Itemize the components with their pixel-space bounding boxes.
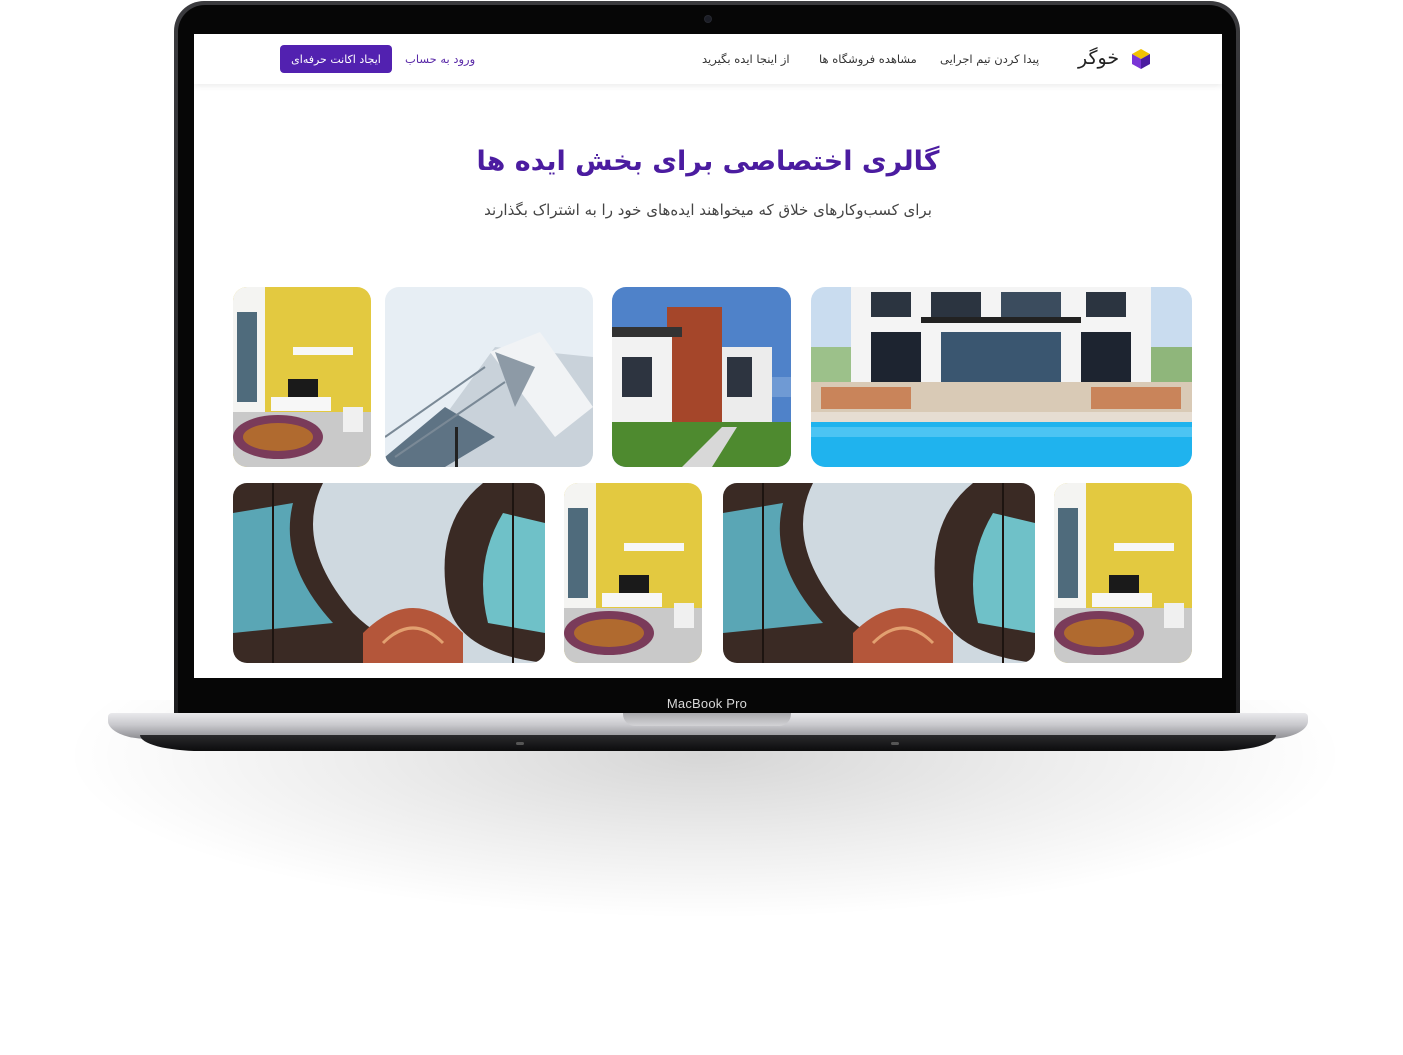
login-link[interactable]: ورود به حساب bbox=[405, 52, 475, 66]
gallery-image-curved-architecture[interactable] bbox=[233, 483, 545, 663]
cube-logo-icon bbox=[1132, 49, 1150, 69]
nav-view-shops[interactable]: مشاهده فروشگاه ها bbox=[819, 52, 917, 66]
laptop-mockup: خوگر پیدا کردن تیم اجرایی مشاهده فروشگاه… bbox=[0, 0, 1403, 1055]
nav-get-ideas[interactable]: از اینجا ایده بگیرید bbox=[702, 52, 790, 66]
nav-find-team[interactable]: پیدا کردن تیم اجرایی bbox=[940, 52, 1039, 66]
gallery-image-living-room[interactable] bbox=[1054, 483, 1192, 663]
create-pro-account-button[interactable]: ایجاد اکانت حرفه‌ای bbox=[280, 45, 392, 73]
laptop-foot bbox=[891, 742, 899, 745]
gallery-image-glass-building[interactable] bbox=[385, 287, 593, 467]
logo-text: خوگر bbox=[1078, 47, 1120, 69]
laptop-base-underside bbox=[140, 735, 1276, 751]
laptop-foot bbox=[516, 742, 524, 745]
browser-screen: خوگر پیدا کردن تیم اجرایی مشاهده فروشگاه… bbox=[194, 34, 1222, 678]
logo[interactable]: خوگر bbox=[1078, 46, 1158, 72]
page-subtitle: برای کسب‌وکارهای خلاق که میخواهند ایده‌ه… bbox=[484, 201, 932, 219]
laptop-opening-notch bbox=[623, 713, 791, 726]
gallery-image-living-room[interactable] bbox=[233, 287, 371, 467]
gallery-image-brick-house[interactable] bbox=[612, 287, 791, 467]
gallery-image-curved-architecture[interactable] bbox=[723, 483, 1035, 663]
navbar: خوگر پیدا کردن تیم اجرایی مشاهده فروشگاه… bbox=[194, 34, 1222, 84]
page-title: گالری اختصاصی برای بخش ایده ها bbox=[476, 146, 940, 177]
gallery-image-living-room[interactable] bbox=[564, 483, 702, 663]
camera-icon bbox=[705, 16, 711, 22]
device-label: MacBook Pro bbox=[666, 696, 748, 711]
gallery-image-villa-pool[interactable] bbox=[811, 287, 1192, 467]
